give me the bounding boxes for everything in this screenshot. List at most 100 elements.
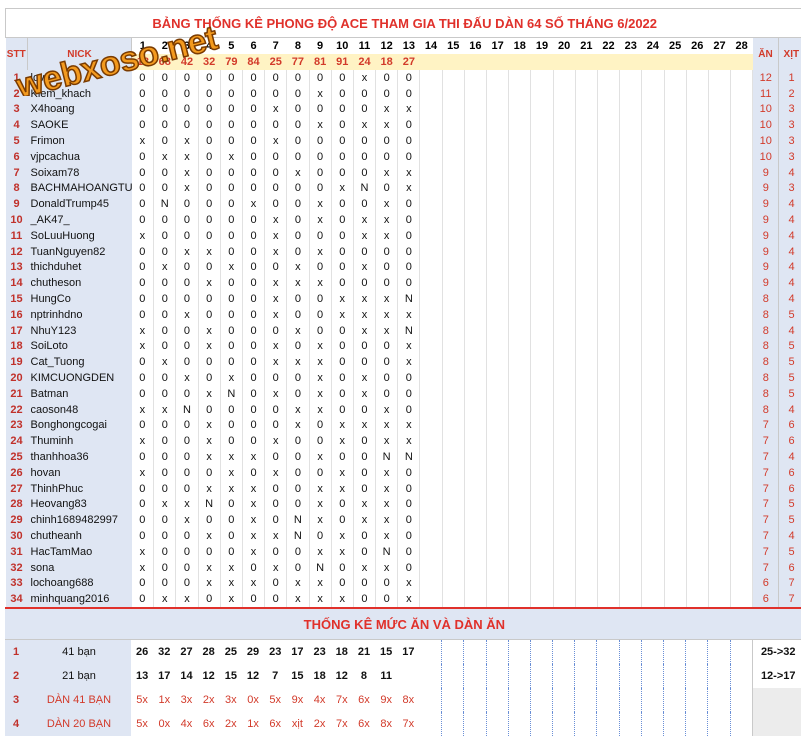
row-empty-cell — [708, 291, 732, 307]
row-cell: 0 — [331, 496, 354, 513]
row-empty-cell — [530, 370, 554, 386]
row-empty-cell — [553, 354, 576, 371]
row-cell: x — [220, 559, 243, 576]
row-empty-cell — [442, 496, 465, 513]
row-cell: 0 — [153, 528, 177, 544]
row-empty-cell — [486, 480, 510, 497]
row-cell: x — [175, 512, 199, 529]
row-empty-cell — [619, 512, 643, 529]
row-empty-cell — [419, 322, 443, 339]
row-cell: 0 — [375, 243, 399, 260]
row-xit: 4 — [778, 275, 801, 292]
header-day: 25 — [664, 37, 687, 54]
row-empty-cell — [575, 291, 598, 307]
row-empty-cell — [464, 133, 488, 149]
row-empty-cell — [464, 101, 488, 118]
row-empty-cell — [442, 417, 465, 434]
row-nick: hovan — [27, 464, 132, 481]
row-empty-cell — [419, 449, 443, 465]
row-cell: 0 — [198, 180, 221, 197]
row-cell: 0 — [331, 164, 354, 181]
stats-value: 18 — [313, 670, 326, 683]
row-empty-cell — [641, 496, 665, 513]
row-empty-cell — [708, 101, 732, 118]
row-empty-cell — [597, 449, 621, 465]
row-cell: 0 — [309, 148, 332, 165]
row-empty-cell — [597, 70, 621, 86]
row-cell: 0 — [353, 85, 377, 102]
row-an: 7 — [752, 528, 779, 544]
row-cell: x — [153, 401, 177, 418]
row-cell: x — [375, 227, 399, 244]
row-an: 9 — [752, 275, 779, 292]
row-cell: 0 — [198, 464, 221, 481]
row-empty-cell — [530, 385, 554, 402]
row-empty-cell — [486, 259, 510, 276]
row-cell: 0 — [131, 385, 155, 402]
row-empty-cell — [641, 180, 665, 197]
stats-value: 7x — [335, 718, 348, 731]
row-cell: x — [309, 591, 332, 608]
row-empty-cell — [641, 385, 665, 402]
row-empty-cell — [597, 559, 621, 576]
row-empty-cell — [553, 196, 576, 213]
row-cell: 0 — [153, 480, 177, 497]
row-cell: x — [242, 480, 266, 497]
row-empty-cell — [508, 480, 532, 497]
row-cell: x — [286, 591, 310, 608]
row-cell: 0 — [131, 212, 155, 228]
row-cell: 0 — [309, 70, 332, 86]
row-empty-cell — [641, 433, 665, 450]
row-empty-cell — [708, 133, 732, 149]
row-empty-cell — [486, 180, 510, 197]
row-empty-cell — [730, 133, 754, 149]
row-empty-cell — [464, 212, 488, 228]
row-empty-cell — [708, 449, 732, 465]
row-empty-cell — [641, 148, 665, 165]
row-nick: ThinhPhuc — [27, 480, 132, 497]
row-an: 9 — [752, 243, 779, 260]
row-empty-cell — [708, 575, 732, 592]
row-cell: x — [242, 449, 266, 465]
row-nick: Heovang83 — [27, 496, 132, 513]
row-empty-cell — [664, 133, 687, 149]
row-cell: 0 — [331, 117, 354, 134]
row-empty-cell — [730, 196, 754, 213]
row-empty-cell — [686, 449, 709, 465]
row-empty-cell — [664, 480, 687, 497]
row-empty-cell — [530, 575, 554, 592]
row-cell: 0 — [131, 117, 155, 134]
row-empty-cell — [464, 148, 488, 165]
row-cell: x — [153, 259, 177, 276]
row-empty-cell — [464, 338, 488, 355]
stats-empty-cell — [730, 688, 753, 713]
stats-empty-cell — [574, 664, 598, 689]
row-cell: 0 — [242, 101, 266, 118]
row-cell: x — [309, 85, 332, 102]
stats-empty-cell — [596, 639, 620, 665]
row-cell: N — [309, 559, 332, 576]
stats-value: 12 — [335, 670, 348, 683]
row-empty-cell — [619, 212, 643, 228]
main-table: BẢNG THỐNG KÊ PHONG ĐỘ ACE THAM GIA THI … — [4, 8, 801, 608]
row-cell: 0 — [175, 543, 199, 560]
row-empty-cell — [442, 117, 465, 134]
header-day: 22 — [597, 37, 620, 54]
row-cell: 0 — [286, 148, 310, 165]
row-empty-cell — [664, 528, 687, 544]
header-day: 26 — [686, 37, 709, 54]
row-empty-cell — [641, 575, 665, 592]
table-row: 3 X4hoang 0 0 0 0 0 0 x 0 0 0 0 x x 10 3 — [5, 101, 801, 118]
row-cell: x — [198, 528, 221, 544]
stats-value: 3x — [180, 694, 193, 707]
row-cell: 0 — [153, 385, 177, 402]
row-cell: 0 — [220, 291, 243, 307]
header-day-number — [553, 54, 576, 70]
row-cell: x — [198, 480, 221, 497]
row-cell: x — [353, 496, 377, 513]
row-empty-cell — [708, 559, 732, 576]
row-empty-cell — [730, 291, 754, 307]
row-cell: x — [242, 196, 266, 213]
row-cell: x — [375, 401, 399, 418]
stats-empty-cell — [685, 664, 709, 689]
